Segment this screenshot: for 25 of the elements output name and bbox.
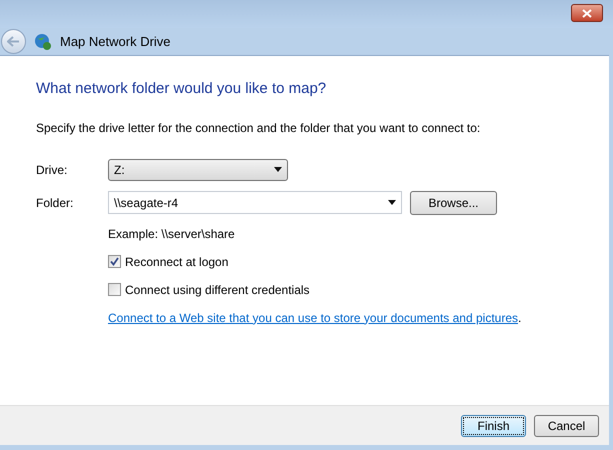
finish-button[interactable]: Finish (461, 414, 526, 436)
web-site-link[interactable]: Connect to a Web site that you can use to store your documents and pictures (108, 308, 518, 326)
link-period: . (518, 310, 522, 326)
instruction-text: Specify the drive letter for the connection and the folder that you want to connect to: (36, 120, 482, 136)
folder-combo-field[interactable]: \\seagate-r4 (108, 191, 402, 214)
dropdown-arrow-icon (274, 167, 282, 172)
drive-value: Z: (114, 162, 125, 178)
checkbox[interactable] (108, 283, 121, 296)
close-button[interactable] (571, 4, 603, 22)
drive-label: Drive: (36, 162, 68, 178)
page-heading: What network folder would you like to map? (36, 79, 328, 99)
browse-button[interactable]: Browse... (410, 190, 497, 214)
window-title: Map Network Drive (60, 32, 171, 51)
checkbox-label: Connect using different credentials (125, 282, 310, 298)
close-icon (582, 8, 592, 18)
example-text: Example: \\server\share (108, 226, 236, 242)
check-icon (110, 257, 119, 266)
checkbox-label: Reconnect at logon (125, 254, 228, 270)
back-arrow-icon (7, 36, 20, 47)
cancel-button[interactable]: Cancel (534, 414, 599, 436)
drive-dropdown[interactable]: Z: (108, 158, 288, 180)
dropdown-arrow-icon (388, 200, 396, 205)
checkbox[interactable] (108, 255, 121, 268)
folder-label: Folder: (36, 194, 74, 212)
network-drive-icon (34, 32, 52, 50)
